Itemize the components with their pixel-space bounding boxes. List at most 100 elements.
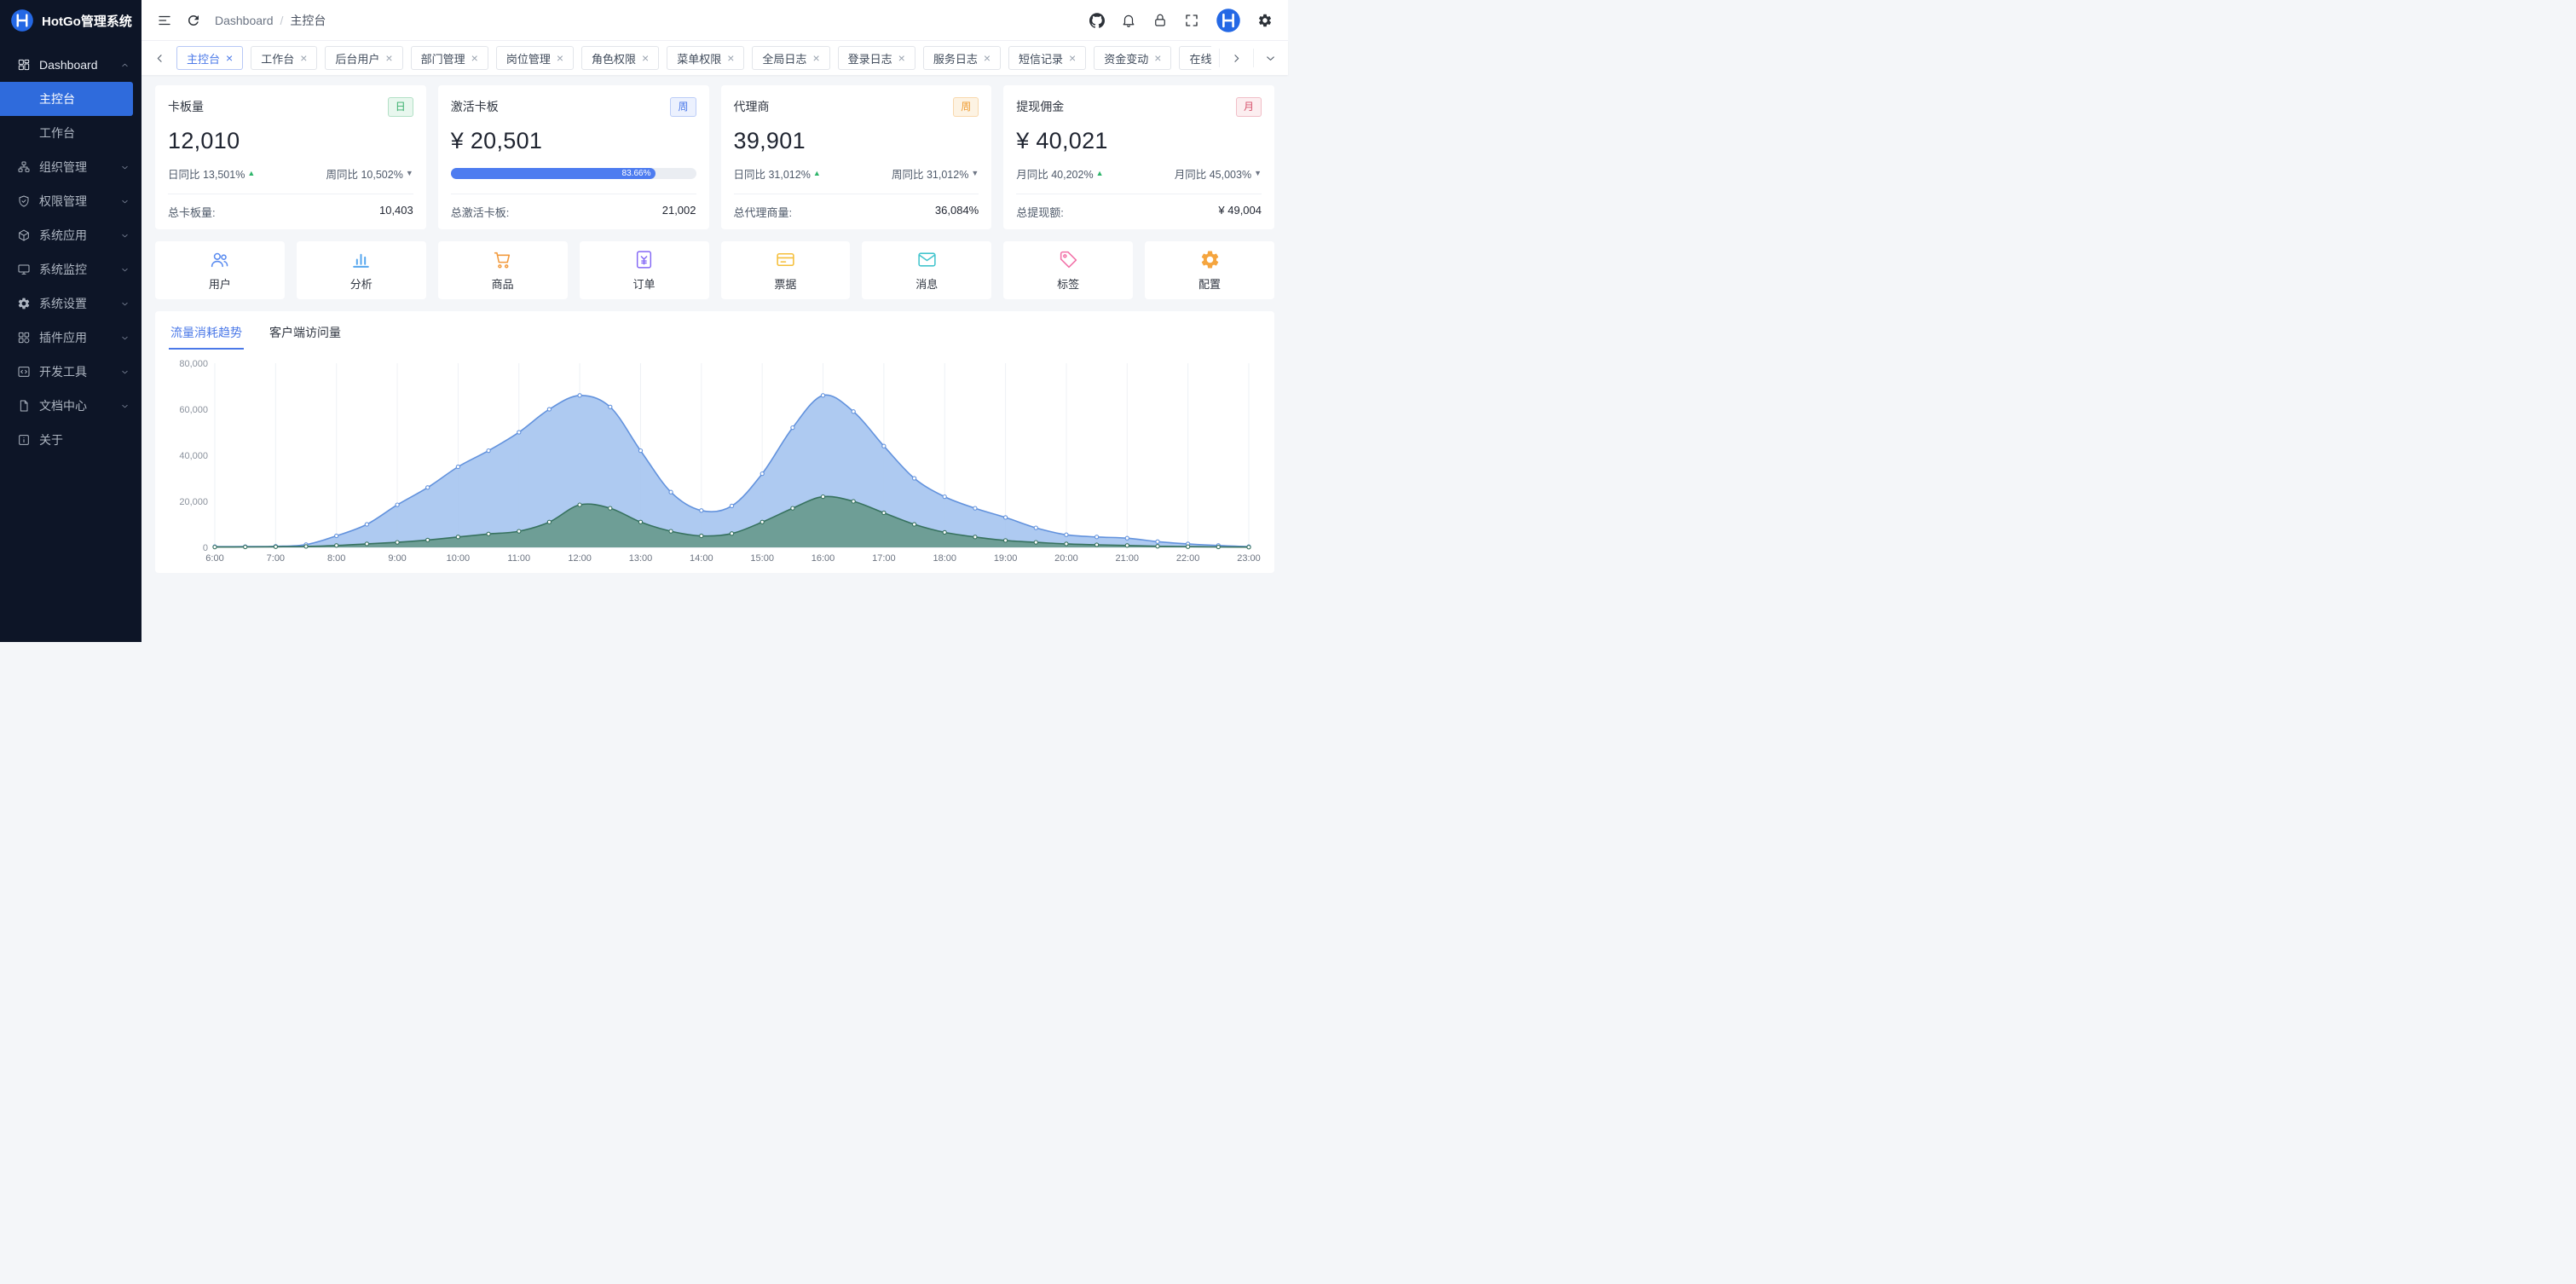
sidebar-item-3[interactable]: 系统应用 [0,218,142,252]
page-tab-10[interactable]: 短信记录 × [1008,46,1086,70]
sidebar-item-2[interactable]: 权限管理 [0,184,142,218]
sidebar-collapse-button[interactable] [157,13,172,28]
sidebar-item-5[interactable]: 系统设置 [0,286,142,321]
close-icon[interactable]: × [984,52,991,64]
svg-text:18:00: 18:00 [933,553,956,564]
svg-text:16:00: 16:00 [811,553,835,564]
tabs-menu-button[interactable] [1253,49,1279,67]
users-icon [209,249,230,270]
chevron-up-icon [120,61,130,70]
sidebar-subitem-0-0[interactable]: 主控台 [0,82,133,116]
sidebar-item-6[interactable]: 插件应用 [0,321,142,355]
refresh-button[interactable] [186,13,201,28]
sidebar-item-1[interactable]: 组织管理 [0,150,142,184]
stat-card-title: 卡板量 [168,98,204,115]
svg-text:0: 0 [203,543,208,553]
page-tab-6[interactable]: 菜单权限× [667,46,744,70]
close-icon[interactable]: × [727,52,734,64]
sidebar-subitem-0-1[interactable]: 工作台 [0,116,142,150]
tabs-scroll-left-button[interactable] [150,49,169,67]
sidebar-item-7[interactable]: 开发工具 [0,355,142,389]
stat-card-badge: 周 [953,97,979,117]
page-tab-0[interactable]: 主控台 × [176,46,243,70]
close-icon[interactable]: × [226,52,233,64]
quick-action-0[interactable]: 用户 [155,241,285,299]
page-tab-label: 岗位管理 [506,50,551,67]
trend-down-icon: ▼ [406,170,413,177]
stat-footer-value: ¥ 49,004 [1218,204,1262,220]
quick-action-6[interactable]: 标签 [1003,241,1133,299]
page-tab-5[interactable]: 角色权限 × [581,46,659,70]
quick-action-7[interactable]: 配置 [1145,241,1274,299]
sidebar-item-9[interactable]: 关于 [0,423,142,457]
page-tab-2[interactable]: 后台用户× [325,46,402,70]
sidebar-item-0[interactable]: Dashboard [0,48,142,82]
app-logo[interactable]: HotGo管理系统 [0,0,142,41]
close-icon[interactable]: × [642,52,649,64]
progress-label: 83.66% [622,169,651,178]
breadcrumb: Dashboard / 主控台 [215,12,326,29]
stat-card-value: ¥ 20,501 [451,128,696,154]
svg-text:20:00: 20:00 [1054,553,1078,564]
page-tab-12[interactable]: 在线充值× [1179,46,1211,70]
page-tab-label: 短信记录 [1019,50,1063,67]
close-icon[interactable]: × [557,52,563,64]
page-tab-3[interactable]: 部门管理× [411,46,488,70]
github-icon[interactable] [1089,13,1105,28]
close-icon[interactable]: × [1154,52,1161,64]
quick-action-2[interactable]: 商品 [438,241,568,299]
page-tab-9[interactable]: 服务日志× [923,46,1001,70]
breadcrumb-root[interactable]: Dashboard [215,14,274,27]
quick-action-5[interactable]: 消息 [862,241,991,299]
app-root: HotGo管理系统 Dashboard主控台工作台组织管理权限管理系统应用系统监… [0,0,1288,642]
page-tab-label: 角色权限 [592,50,636,67]
ticket-icon [775,249,796,270]
bell-icon[interactable] [1121,13,1136,28]
traffic-trend-chart: 020,00040,00060,00080,0006:007:008:009:0… [169,355,1261,568]
breadcrumb-separator: / [280,14,284,27]
quick-action-4[interactable]: 票据 [721,241,851,299]
page-tab-label: 在线充值 [1189,50,1211,67]
quick-action-label: 用户 [209,275,231,292]
close-icon[interactable]: × [300,52,307,64]
page-tab-7[interactable]: 全局日志 × [752,46,829,70]
page-tab-4[interactable]: 岗位管理 × [496,46,574,70]
page-tab-1[interactable]: 工作台× [251,46,317,70]
svg-text:60,000: 60,000 [179,405,208,415]
trend-row: 日同比 31,012%▲周同比 31,012%▼ [734,162,979,186]
page-content: 卡板量日12,010日同比 13,501%▲周同比 10,502%▼总卡板量:1… [142,75,1288,642]
lock-icon[interactable] [1152,13,1168,28]
stat-card-title: 激活卡板 [451,98,499,115]
close-icon[interactable]: × [1069,52,1076,64]
gear-icon[interactable] [1257,13,1273,28]
close-icon[interactable]: × [385,52,392,64]
close-icon[interactable]: × [812,52,819,64]
page-tab-8[interactable]: 登录日志× [838,46,915,70]
stat-card-value: 39,901 [734,128,979,154]
quick-action-label: 分析 [350,275,373,292]
stat-footer-value: 36,084% [935,204,979,220]
quick-action-1[interactable]: 分析 [297,241,426,299]
stat-footer-value: 21,002 [662,204,696,220]
sidebar: HotGo管理系统 Dashboard主控台工作台组织管理权限管理系统应用系统监… [0,0,142,642]
sidebar-item-8[interactable]: 文档中心 [0,389,142,423]
sidebar-item-label: 系统设置 [39,295,112,312]
stat-card-value: ¥ 40,021 [1016,128,1262,154]
chart-tab-0[interactable]: 流量消耗趋势 [169,322,244,350]
page-tab-label: 主控台 [187,50,220,67]
sidebar-item-label: 插件应用 [39,329,112,346]
user-avatar[interactable] [1216,8,1241,33]
page-tab-11[interactable]: 资金变动× [1094,46,1171,70]
sidebar-item-4[interactable]: 系统监控 [0,252,142,286]
page-tab-label: 全局日志 [762,50,806,67]
traffic-chart-card: 流量消耗趋势客户端访问量 020,00040,00060,00080,0006:… [155,311,1274,573]
chevron-down-icon [120,367,130,377]
quick-action-3[interactable]: 订单 [580,241,709,299]
close-icon[interactable]: × [898,52,905,64]
tabs-scroll-right-button[interactable] [1219,49,1245,67]
fullscreen-icon[interactable] [1184,13,1199,28]
close-icon[interactable]: × [471,52,478,64]
chart-tab-1[interactable]: 客户端访问量 [268,322,343,350]
tag-icon [1058,249,1079,270]
chevron-down-icon [120,163,130,172]
